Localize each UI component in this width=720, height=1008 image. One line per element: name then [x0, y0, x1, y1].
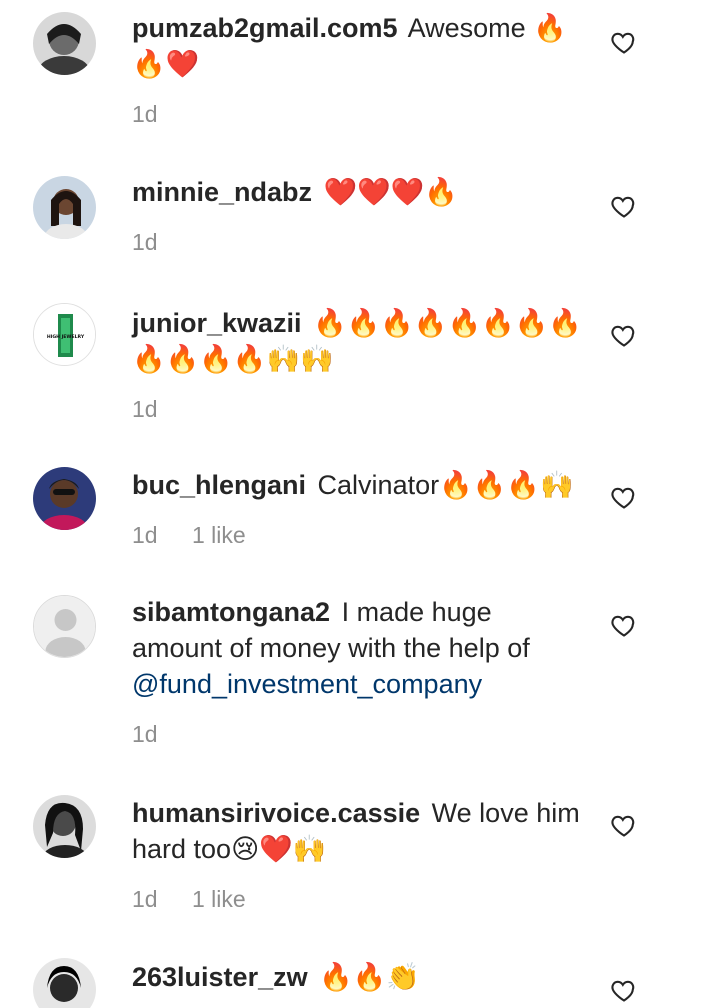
comment-item: buc_hlengani Calvinator🔥🔥🔥🙌 1d 1 like: [0, 455, 720, 585]
comment-username[interactable]: humansirivoice.cassie: [132, 798, 420, 828]
comment-body: minnie_ndabz ❤️❤️❤️🔥 1d: [132, 174, 582, 256]
avatar[interactable]: [33, 595, 96, 658]
comment-meta: 1d 1 like: [132, 521, 582, 549]
comment-meta: 1d: [132, 100, 582, 128]
like-heart-icon[interactable]: [610, 976, 638, 1004]
like-heart-icon[interactable]: [610, 811, 638, 839]
comment-body: buc_hlengani Calvinator🔥🔥🔥🙌 1d 1 like: [132, 467, 582, 549]
comment-item: HIGH JEWELRY junior_kwazii 🔥🔥🔥🔥🔥🔥🔥🔥🔥🔥🔥🔥🙌…: [0, 295, 720, 455]
comment-meta: 1d: [132, 720, 582, 748]
avatar[interactable]: [33, 795, 96, 858]
like-heart-icon[interactable]: [610, 483, 638, 511]
avatar[interactable]: [33, 176, 96, 239]
comment-item: 263luister_zw 🔥🔥👏: [0, 950, 720, 1008]
comment-body: humansirivoice.cassie We love him hard t…: [132, 795, 582, 913]
comment-time: 1d: [132, 886, 158, 912]
comment-meta: 1d: [132, 395, 582, 423]
like-heart-icon[interactable]: [610, 611, 638, 639]
comment-text: ❤️❤️❤️🔥: [323, 177, 459, 207]
mention-link[interactable]: @fund_investment_company: [132, 669, 482, 699]
comment-username[interactable]: junior_kwazii: [132, 308, 302, 338]
comment-item: sibamtongana2 I made huge amount of mone…: [0, 585, 720, 785]
comment-time: 1d: [132, 522, 158, 548]
comment-time: 1d: [132, 101, 158, 127]
comment-username[interactable]: minnie_ndabz: [132, 177, 312, 207]
avatar[interactable]: [33, 958, 96, 1008]
comment-body: junior_kwazii 🔥🔥🔥🔥🔥🔥🔥🔥🔥🔥🔥🔥🙌🙌 1d: [132, 305, 582, 423]
comment-username[interactable]: pumzab2gmail.com5: [132, 13, 398, 43]
comment-body: sibamtongana2 I made huge amount of mone…: [132, 594, 582, 748]
like-heart-icon[interactable]: [610, 28, 638, 56]
avatar[interactable]: [33, 12, 96, 75]
comment-meta: 1d 1 like: [132, 885, 582, 913]
avatar[interactable]: HIGH JEWELRY: [33, 303, 96, 366]
comments-list: pumzab2gmail.com5 Awesome 🔥🔥❤️ 1d minnie…: [0, 0, 720, 1008]
comment-likes[interactable]: 1 like: [192, 522, 246, 548]
comment-body: pumzab2gmail.com5 Awesome 🔥🔥❤️ 1d: [132, 10, 582, 128]
comment-time: 1d: [132, 721, 158, 747]
comment-username[interactable]: sibamtongana2: [132, 597, 330, 627]
comment-time: 1d: [132, 396, 158, 422]
comment-item: humansirivoice.cassie We love him hard t…: [0, 785, 720, 950]
comment-body: 263luister_zw 🔥🔥👏: [132, 959, 582, 995]
comment-likes[interactable]: 1 like: [192, 886, 246, 912]
like-heart-icon[interactable]: [610, 192, 638, 220]
comment-username[interactable]: buc_hlengani: [132, 470, 306, 500]
comment-text: Calvinator🔥🔥🔥🙌: [317, 470, 574, 500]
comment-meta: 1d: [132, 228, 582, 256]
comment-item: pumzab2gmail.com5 Awesome 🔥🔥❤️ 1d: [0, 0, 720, 160]
comment-text: 🔥🔥👏: [319, 962, 420, 992]
comment-username[interactable]: 263luister_zw: [132, 962, 308, 992]
svg-text:HIGH JEWELRY: HIGH JEWELRY: [47, 334, 85, 340]
comment-time: 1d: [132, 229, 158, 255]
comment-item: minnie_ndabz ❤️❤️❤️🔥 1d: [0, 160, 720, 295]
like-heart-icon[interactable]: [610, 321, 638, 349]
avatar[interactable]: [33, 467, 96, 530]
